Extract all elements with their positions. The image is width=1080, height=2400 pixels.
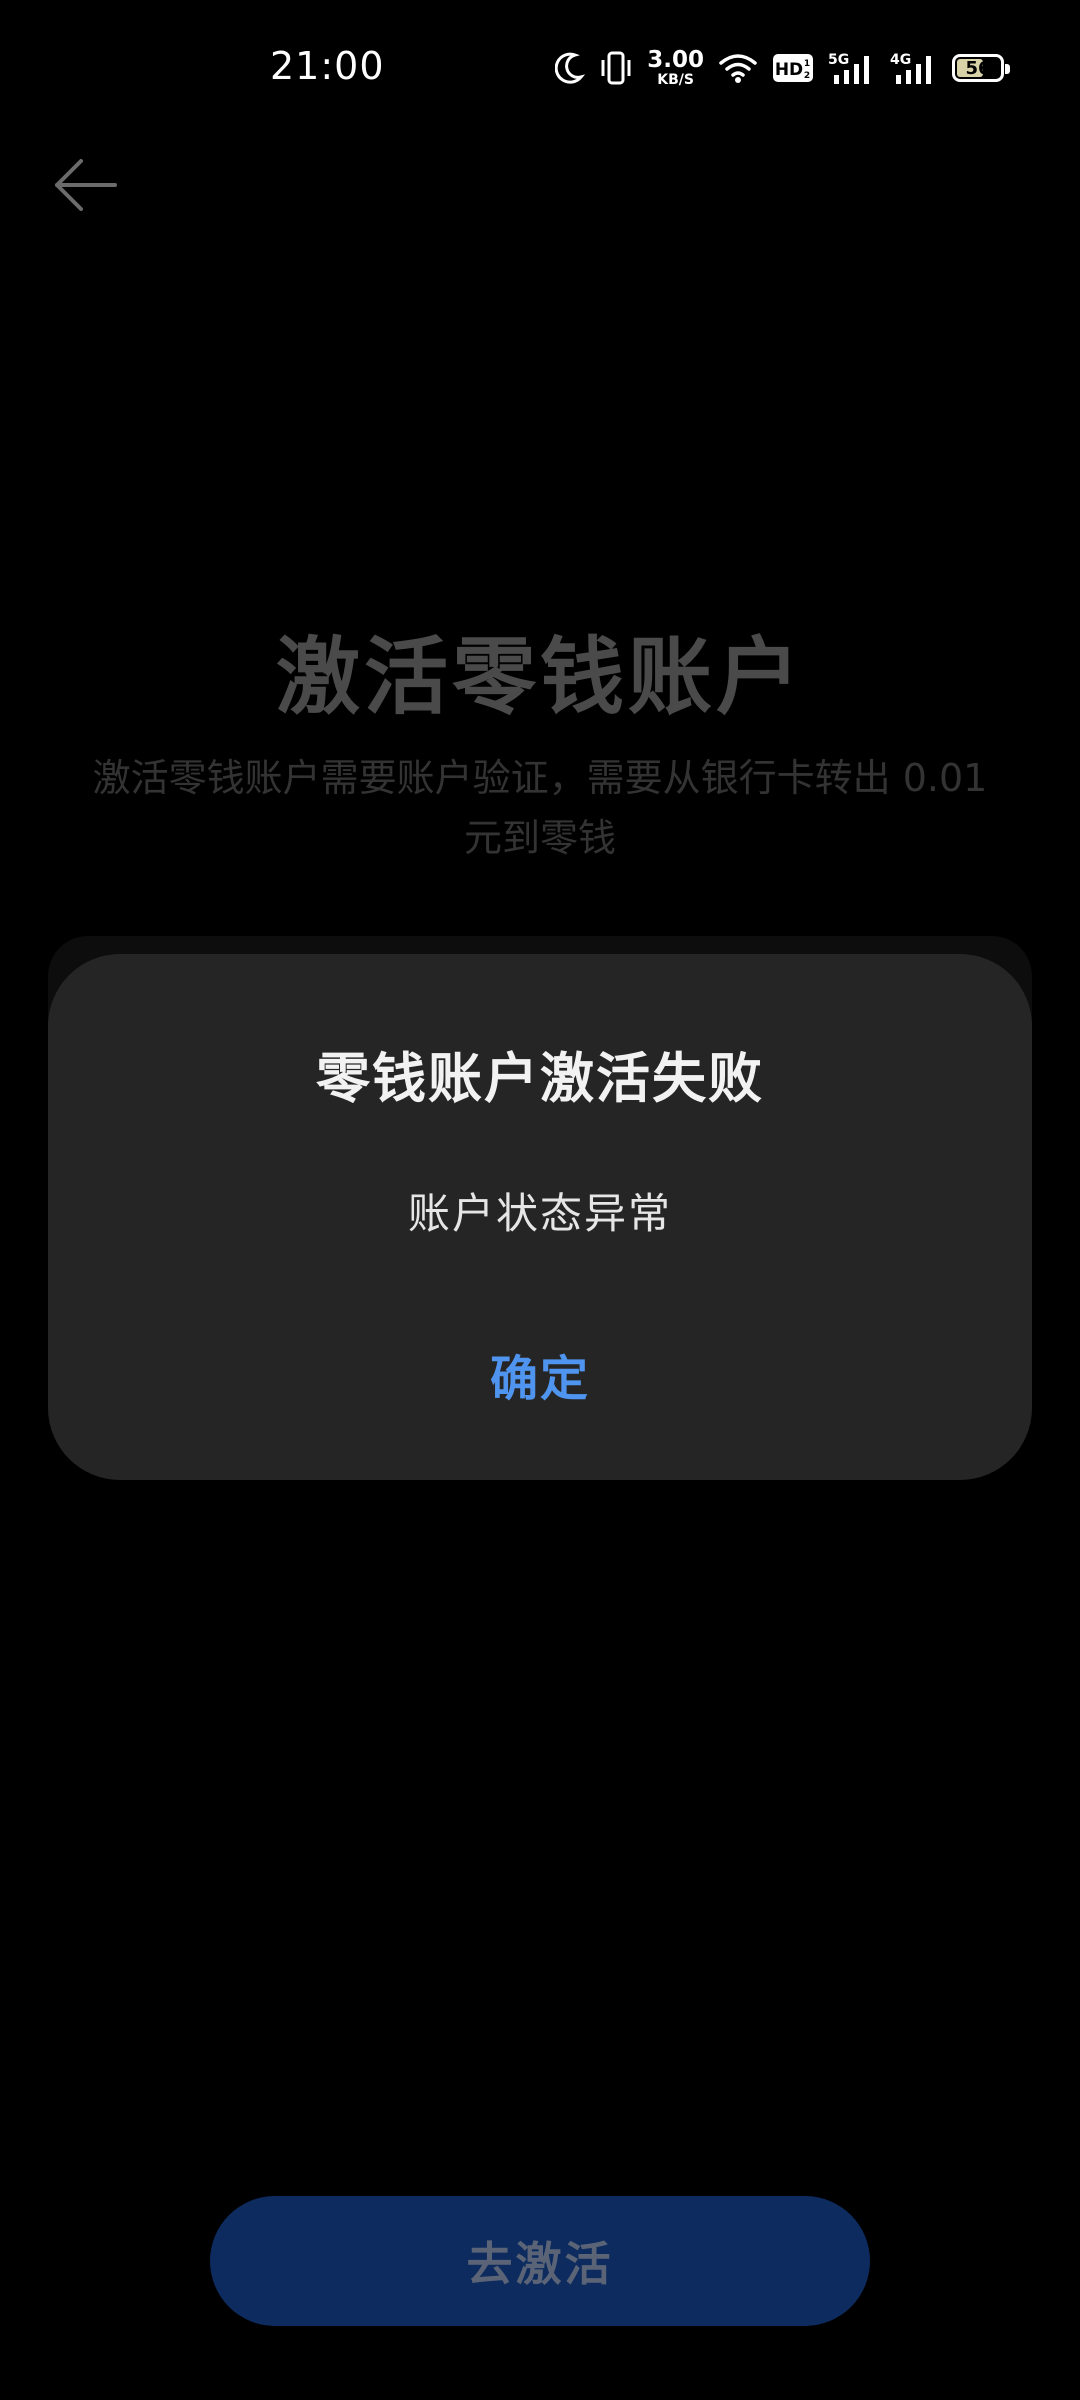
dialog-message: 账户状态异常 <box>407 1189 672 1238</box>
confirm-button[interactable]: 确定 <box>440 1324 640 1424</box>
sim2-label: 4G <box>890 52 911 68</box>
dialog-title: 零钱账户激活失败 <box>316 1047 764 1110</box>
status-bar: 21:00 3.00 KB/S HD 1 2 5G 4G 56 <box>0 0 1080 136</box>
net-speed: 3.00 KB/S <box>647 47 704 88</box>
arrow-left-icon <box>55 159 117 211</box>
status-time: 21:00 <box>270 44 385 88</box>
signal-4g-icon: 4G <box>890 50 938 86</box>
screen: 21:00 3.00 KB/S HD 1 2 5G 4G 56 激活零钱账户 激… <box>0 0 1080 2400</box>
sim1-label: 5G <box>828 52 849 68</box>
net-speed-value: 3.00 <box>647 47 704 73</box>
page-title: 激活零钱账户 <box>275 628 804 726</box>
svg-text:2: 2 <box>804 71 810 81</box>
page-description: 激活零钱账户需要账户验证，需要从银行卡转出 0.01 元到零钱 <box>92 756 988 860</box>
activate-button[interactable]: 去激活 <box>210 2196 870 2326</box>
back-button[interactable] <box>40 150 130 220</box>
battery-level: 56 <box>965 57 991 79</box>
moon-icon <box>555 51 586 85</box>
wifi-icon <box>718 52 758 84</box>
net-speed-unit: KB/S <box>657 72 694 88</box>
battery-icon: 56 <box>952 54 1010 82</box>
status-icons: 3.00 KB/S HD 1 2 5G 4G 56 <box>555 44 1012 92</box>
signal-5g-icon: 5G <box>828 50 876 86</box>
error-dialog: 零钱账户激活失败 账户状态异常 确定 <box>48 954 1032 1480</box>
vibrate-icon <box>599 50 633 86</box>
hd-icon: HD 1 2 <box>772 52 814 84</box>
svg-text:1: 1 <box>804 59 810 69</box>
hd-label: HD <box>775 60 803 80</box>
